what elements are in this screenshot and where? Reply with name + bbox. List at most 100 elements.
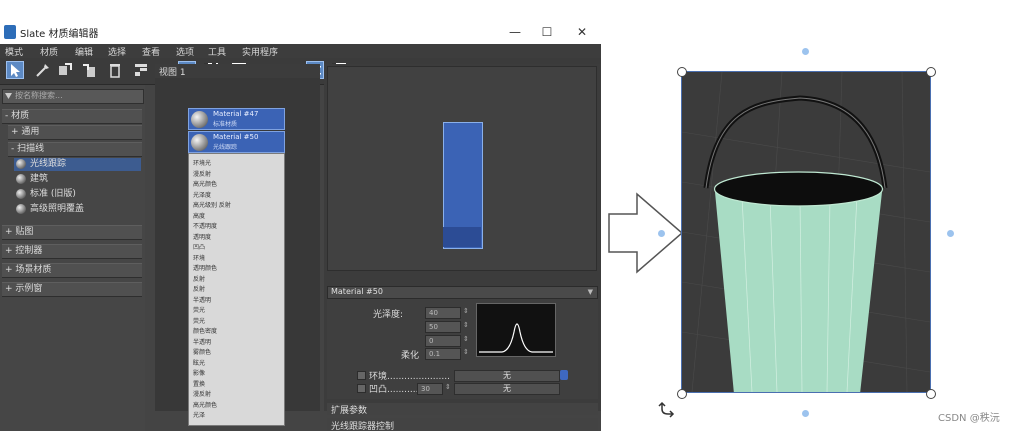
rotate-handle-icon[interactable] <box>658 400 676 422</box>
node-slot[interactable]: 透明颜色 <box>193 263 217 272</box>
parameter-panel: 光泽度: 40 ⇕ 50 ⇕ 0 ⇕ 柔化 0.1 ⇕ 环境..........… <box>327 299 598 399</box>
group-scanline[interactable]: - 扫描线 <box>8 142 142 157</box>
value3-field[interactable]: 0 <box>425 335 461 347</box>
node-slot[interactable]: 环境光 <box>193 158 211 167</box>
material-node-47[interactable]: Material #47 标准材质 <box>188 108 285 130</box>
corner-handle-top-left[interactable] <box>677 67 687 77</box>
view-tab[interactable]: 视图 1 <box>155 64 320 78</box>
assign-material-icon[interactable] <box>80 61 98 79</box>
group-sample-slots[interactable]: + 示例窗 <box>2 282 142 297</box>
node-slot[interactable]: 光泽 <box>193 410 205 419</box>
node-slot[interactable]: 荧光 <box>193 305 205 314</box>
env-label: 环境...................... <box>369 372 450 382</box>
menu-utilities[interactable]: 实用程序 <box>242 45 278 58</box>
node-slot[interactable]: 影像 <box>193 368 205 377</box>
value3-spinner[interactable]: ⇕ <box>463 335 469 343</box>
node-slot[interactable]: 半透明 <box>193 295 211 304</box>
move-children-icon[interactable] <box>132 61 150 79</box>
node-slot[interactable]: 置换 <box>193 379 205 388</box>
close-button[interactable]: ✕ <box>570 23 594 41</box>
corner-handle-bottom-left[interactable] <box>677 389 687 399</box>
node-subtitle: 标准材质 <box>213 121 238 128</box>
node-slot[interactable]: 环境 <box>193 253 205 262</box>
group-general[interactable]: + 通用 <box>8 125 142 140</box>
menu-tools[interactable]: 工具 <box>208 45 226 58</box>
material-node-50[interactable]: Material #50 光线跟踪 <box>188 131 285 153</box>
material-item-label: 标准 (旧版) <box>30 189 76 199</box>
material-rollout-header[interactable]: Material #50 ▼ <box>327 286 598 299</box>
node-slot[interactable]: 高度 <box>193 211 205 220</box>
put-to-scene-icon[interactable] <box>56 61 74 79</box>
search-input[interactable]: 按名称搜索... <box>2 89 144 104</box>
menu-mode[interactable]: 模式 <box>5 45 23 58</box>
node-slot[interactable]: 荧光 <box>193 316 205 325</box>
highlight-curve <box>479 323 553 353</box>
node-slot[interactable]: 高光级别 反射 <box>193 200 231 209</box>
menu-options[interactable]: 选项 <box>176 45 194 58</box>
material-sphere-icon <box>16 174 26 184</box>
node-overview-footer <box>443 227 481 247</box>
node-slot[interactable]: 漫反射 <box>193 169 211 178</box>
bump-spinner[interactable]: ⇕ <box>445 383 451 391</box>
node-title: Material #47 <box>213 110 259 118</box>
node-slot[interactable]: 反射 <box>193 274 205 283</box>
material-item-label: 光线跟踪 <box>30 159 67 169</box>
node-slot[interactable]: 高光颜色 <box>193 179 217 188</box>
resize-handle-top[interactable] <box>802 48 809 55</box>
node-slot[interactable]: 透明度 <box>193 232 211 241</box>
resize-handle-right[interactable] <box>947 230 954 237</box>
menu-edit[interactable]: 编辑 <box>75 45 93 58</box>
node-slot[interactable]: 雾颜色 <box>193 347 211 356</box>
spec-level-field[interactable]: 50 <box>425 321 461 333</box>
maximize-button[interactable]: ☐ <box>535 23 559 41</box>
bump-map-button[interactable]: 无 <box>454 383 560 395</box>
menu-select[interactable]: 选择 <box>108 45 126 58</box>
corner-handle-top-right[interactable] <box>926 67 936 77</box>
gloss-spinner[interactable]: ⇕ <box>463 307 469 315</box>
node-slot[interactable]: 高光颜色 <box>193 400 217 409</box>
bump-checkbox[interactable] <box>357 384 366 393</box>
delete-icon[interactable] <box>106 61 124 79</box>
bucket-render-image[interactable] <box>681 71 931 393</box>
spec-level-spinner[interactable]: ⇕ <box>463 321 469 329</box>
group-materials[interactable]: - 材质 <box>2 109 142 124</box>
group-controllers[interactable]: + 控制器 <box>2 244 142 259</box>
menu-material[interactable]: 材质 <box>40 45 58 58</box>
raytracer-controls-rollout[interactable]: 光线跟踪器控制 <box>327 418 598 432</box>
group-maps[interactable]: + 贴图 <box>2 225 142 240</box>
material-item-standard-legacy[interactable]: 标准 (旧版) <box>14 188 141 201</box>
eyedropper-icon[interactable] <box>34 61 52 79</box>
app-icon <box>4 25 16 39</box>
watermark-text: CSDN @秩沅 <box>938 413 1000 424</box>
soften-spinner[interactable]: ⇕ <box>463 348 469 356</box>
resize-handle-left[interactable] <box>658 230 665 237</box>
resize-handle-bottom[interactable] <box>802 410 809 417</box>
node-slot[interactable]: 光泽度 <box>193 190 211 199</box>
menu-view[interactable]: 查看 <box>142 45 160 58</box>
material-sphere-icon <box>16 189 26 199</box>
node-slot[interactable]: 不透明度 <box>193 221 217 230</box>
expanded-params-rollout[interactable]: 扩展参数 <box>327 403 598 416</box>
group-scanline-label: - 扫描线 <box>11 144 45 154</box>
node-slot[interactable]: 反射 <box>193 284 205 293</box>
node-slot[interactable]: 半透明 <box>193 337 211 346</box>
node-slot[interactable]: 眩光 <box>193 358 205 367</box>
lock-icon[interactable] <box>560 370 568 380</box>
navigator-preview[interactable] <box>327 66 597 271</box>
group-scene-materials[interactable]: + 场景材质 <box>2 263 142 278</box>
material-item-raytrace[interactable]: 光线跟踪 <box>14 158 141 171</box>
node-slot[interactable]: 颜色密度 <box>193 326 217 335</box>
gloss-value-field[interactable]: 40 <box>425 307 461 319</box>
soften-value-field[interactable]: 0.1 <box>425 348 461 360</box>
collapse-arrow-icon[interactable]: ▼ <box>588 288 593 296</box>
corner-handle-bottom-right[interactable] <box>926 389 936 399</box>
material-item-advanced-lighting-override[interactable]: 高级照明覆盖 <box>14 203 141 216</box>
material-item-architectural[interactable]: 建筑 <box>14 173 141 186</box>
env-checkbox[interactable] <box>357 371 366 380</box>
node-slot[interactable]: 凹凸 <box>193 242 205 251</box>
node-slot[interactable]: 漫反射 <box>193 389 211 398</box>
minimize-button[interactable]: — <box>503 23 527 41</box>
bump-amount-field[interactable]: 30 <box>417 383 443 395</box>
env-map-button[interactable]: 无 <box>454 370 560 382</box>
select-tool-icon[interactable] <box>6 61 24 79</box>
